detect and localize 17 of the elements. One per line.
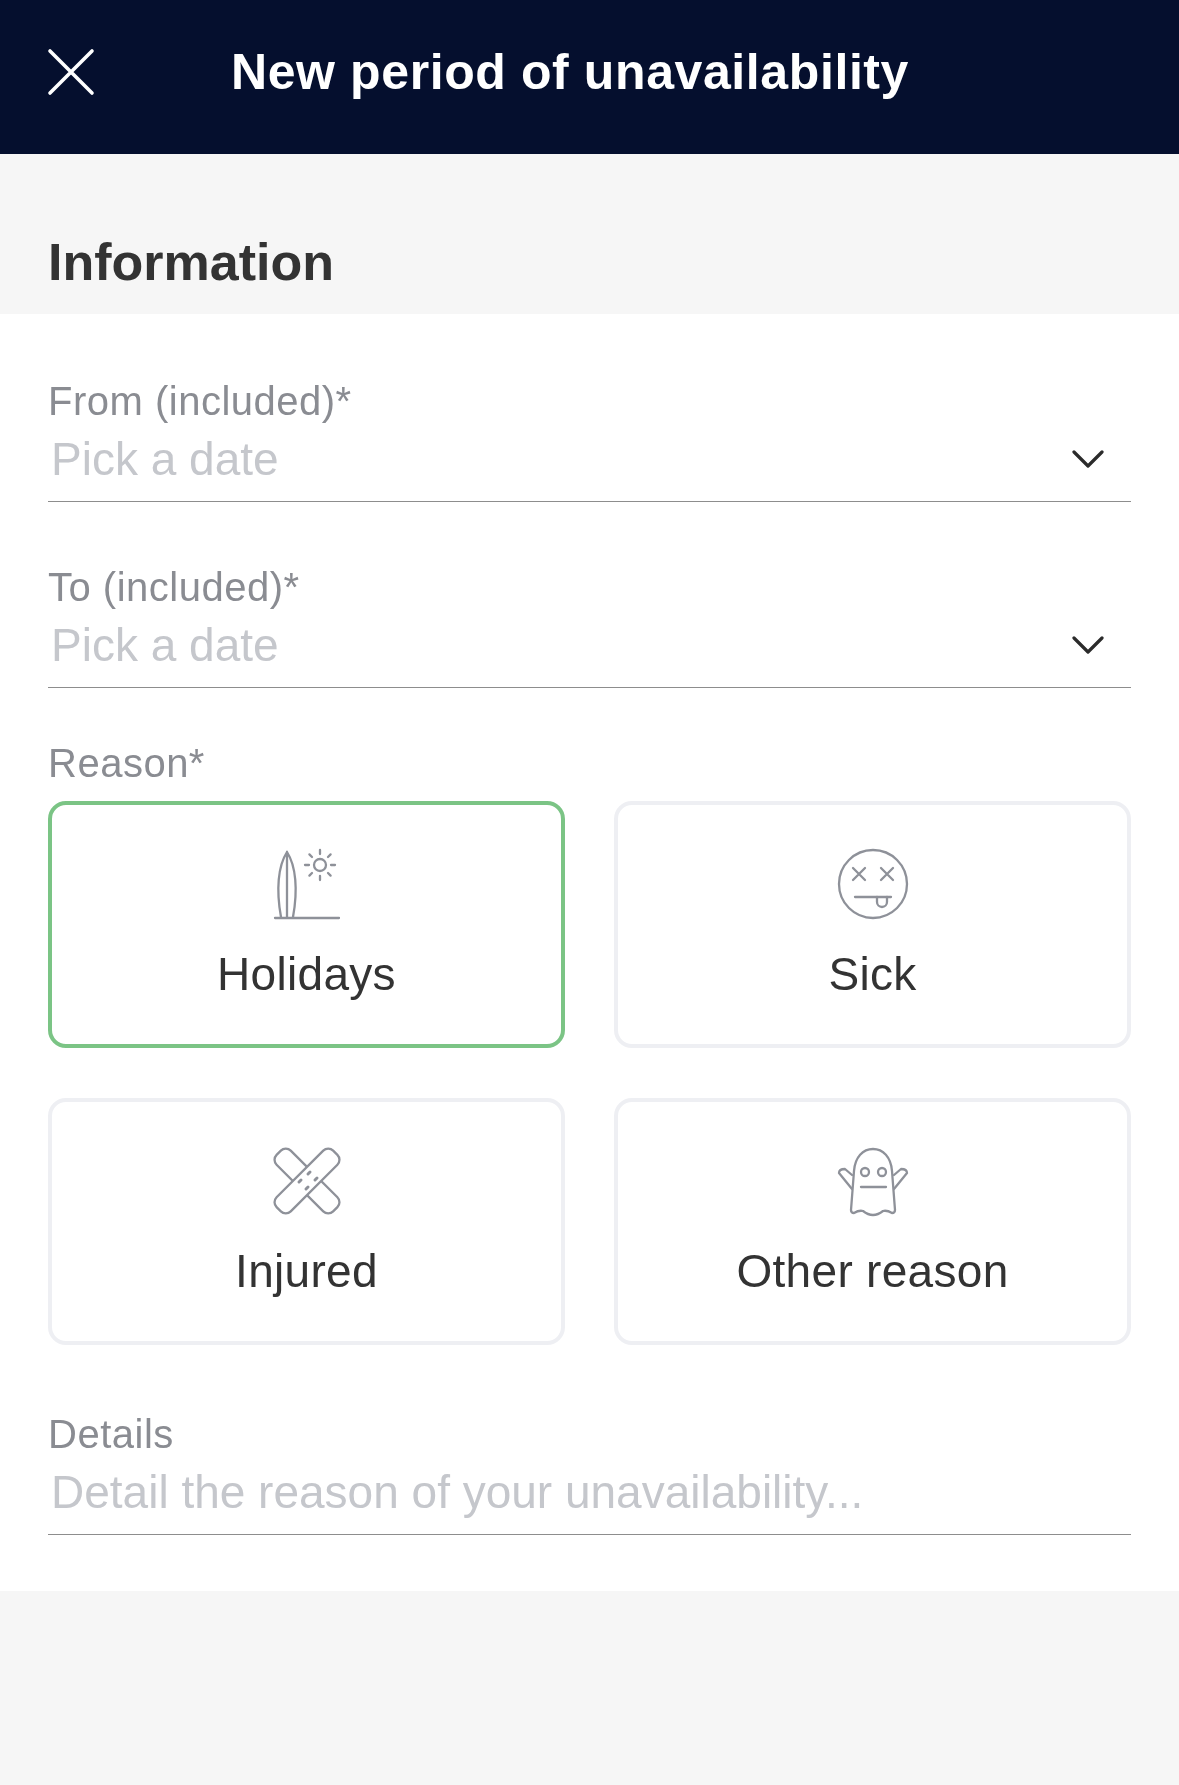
chevron-down-icon (1072, 450, 1104, 468)
reason-option[interactable]: Sick (614, 801, 1131, 1048)
field-label: Details (48, 1411, 175, 1458)
close-icon (47, 48, 95, 96)
reason-option[interactable]: Other reason (614, 1098, 1131, 1345)
section-title: Information (48, 232, 334, 292)
field-label: From (included)* (48, 378, 353, 425)
ghost-icon (836, 1145, 909, 1217)
dizzy-face-icon (836, 848, 909, 920)
chevron-down-icon (1072, 636, 1104, 654)
screen-title: New period of unavailability (231, 43, 910, 102)
details-input-field[interactable]: Detail the reason of your unavailability... (48, 1466, 1131, 1535)
field-label: Reason* (48, 740, 206, 787)
field-label: To (included)* (48, 564, 301, 611)
reason-option[interactable]: Holidays (48, 801, 565, 1048)
reason-option[interactable]: Injured (48, 1098, 565, 1345)
close-button[interactable] (47, 48, 95, 96)
